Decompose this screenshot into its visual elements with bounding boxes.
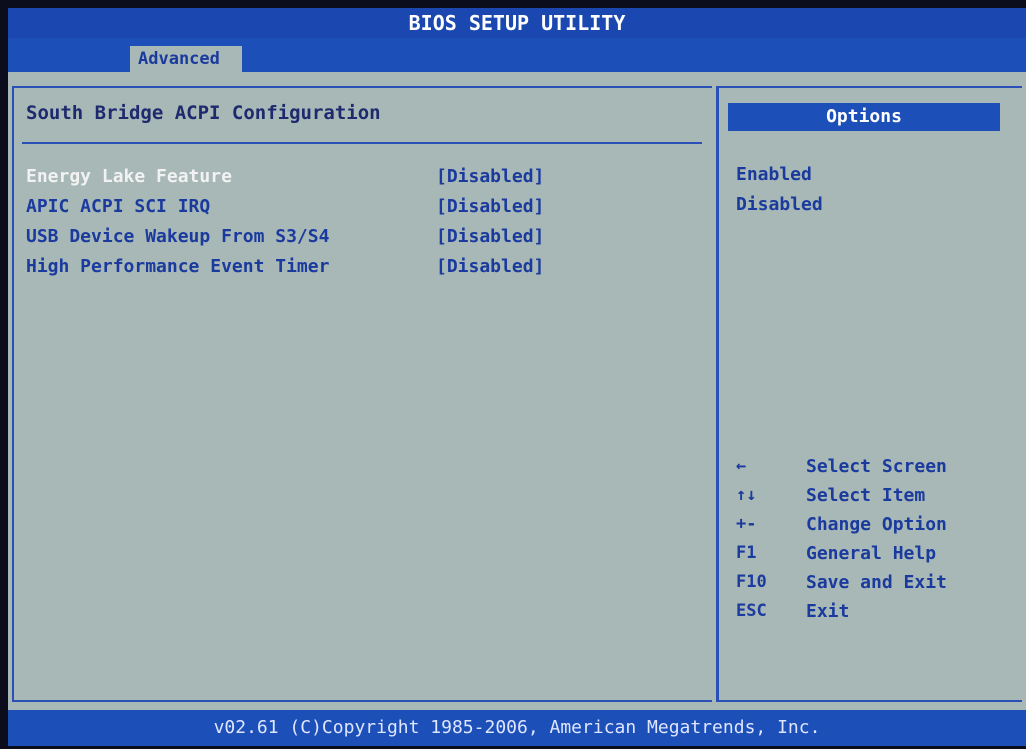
help-desc: Save and Exit xyxy=(806,572,947,593)
setting-energy-lake-feature[interactable]: Energy Lake Feature [Disabled] xyxy=(26,162,706,192)
setting-usb-device-wakeup[interactable]: USB Device Wakeup From S3/S4 [Disabled] xyxy=(26,222,706,252)
key-help: ← Select Screen ↑↓ Select Item +- Change… xyxy=(736,452,1016,626)
setting-label: USB Device Wakeup From S3/S4 xyxy=(26,226,330,247)
settings-list: Energy Lake Feature [Disabled] APIC ACPI… xyxy=(26,162,706,282)
options-header: Options xyxy=(728,103,1000,131)
help-desc: Select Screen xyxy=(806,456,947,477)
copyright-footer: v02.61 (C)Copyright 1985-2006, American … xyxy=(8,710,1026,746)
title-divider xyxy=(22,142,702,144)
tab-bar: Advanced xyxy=(8,38,1026,72)
page-title: South Bridge ACPI Configuration xyxy=(26,102,381,124)
up-down-arrow-icon: ↑↓ xyxy=(736,485,757,505)
option-disabled[interactable]: Disabled xyxy=(736,190,823,220)
setting-label: APIC ACPI SCI IRQ xyxy=(26,196,211,217)
help-desc: Exit xyxy=(806,601,850,622)
main-panel: South Bridge ACPI Configuration Energy L… xyxy=(8,72,1026,710)
left-arrow-icon: ← xyxy=(736,456,747,476)
esc-key: ESC xyxy=(736,601,767,621)
tab-advanced[interactable]: Advanced xyxy=(130,46,242,72)
help-desc: General Help xyxy=(806,543,937,564)
setting-value[interactable]: [Disabled] xyxy=(436,222,544,252)
help-row: ↑↓ Select Item xyxy=(736,481,1016,510)
options-list: Enabled Disabled xyxy=(736,160,823,220)
bios-screen: BIOS SETUP UTILITY Advanced South Bridge… xyxy=(0,0,1026,749)
help-row: F10 Save and Exit xyxy=(736,568,1016,597)
f1-key: F1 xyxy=(736,543,757,563)
setting-apic-acpi-sci-irq[interactable]: APIC ACPI SCI IRQ [Disabled] xyxy=(26,192,706,222)
option-enabled[interactable]: Enabled xyxy=(736,160,823,190)
setting-value[interactable]: [Disabled] xyxy=(436,162,544,192)
help-row: ESC Exit xyxy=(736,597,1016,626)
setting-label: High Performance Event Timer xyxy=(26,256,330,277)
setting-label: Energy Lake Feature xyxy=(26,166,232,187)
bios-title: BIOS SETUP UTILITY xyxy=(8,8,1026,38)
help-row: +- Change Option xyxy=(736,510,1016,539)
f10-key: F10 xyxy=(736,572,767,592)
help-desc: Change Option xyxy=(806,514,947,535)
setting-value[interactable]: [Disabled] xyxy=(436,192,544,222)
setting-value[interactable]: [Disabled] xyxy=(436,252,544,282)
plus-minus-key: +- xyxy=(736,514,757,534)
help-row: ← Select Screen xyxy=(736,452,1016,481)
setting-high-performance-event-timer[interactable]: High Performance Event Timer [Disabled] xyxy=(26,252,706,282)
help-row: F1 General Help xyxy=(736,539,1016,568)
help-desc: Select Item xyxy=(806,485,926,506)
